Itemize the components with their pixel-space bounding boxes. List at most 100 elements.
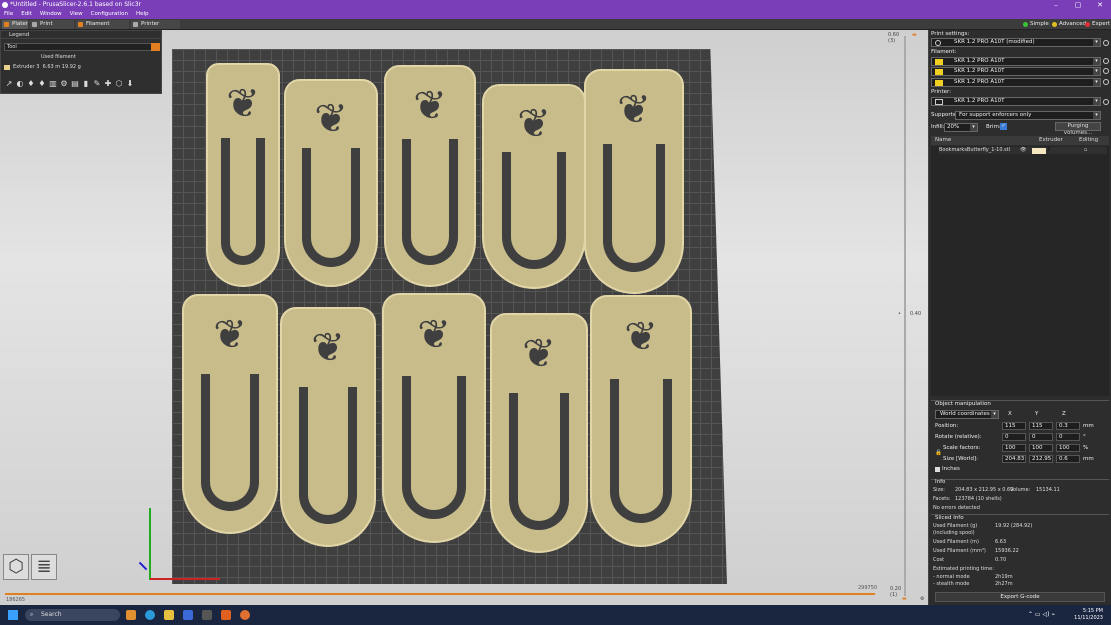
menu-window[interactable]: Window (36, 10, 66, 19)
filament-color-swatch[interactable] (935, 80, 943, 86)
app-icon[interactable] (221, 610, 231, 620)
menu-configuration[interactable]: Configuration (87, 10, 132, 19)
view-type-dropdown-icon[interactable] (151, 43, 160, 51)
center-of-gravity-icon[interactable]: ✚ (103, 79, 113, 89)
col-extruder[interactable]: Extruder (1039, 136, 1063, 145)
mode-advanced[interactable]: Advanced (1052, 20, 1086, 29)
bookmark-model[interactable]: ❦ (182, 294, 278, 534)
col-name[interactable]: Name (935, 136, 951, 145)
print-profile-select[interactable]: SKR 1.2 PRO A10T (modified) ▾ (931, 38, 1101, 47)
eye-icon[interactable]: 👁 (1020, 147, 1026, 153)
print-settings-gear-icon[interactable] (1103, 40, 1109, 46)
tool-marker-icon[interactable]: ⬇ (125, 79, 135, 89)
filament-settings-gear-icon[interactable] (1103, 58, 1109, 64)
widgets-icon[interactable] (126, 610, 136, 620)
filament-select-2[interactable]: SKR 1.2 PRO A10T ▾ (931, 67, 1101, 76)
legend-header[interactable]: Legend (1, 31, 161, 39)
app-icon[interactable] (202, 610, 212, 620)
tab-print-settings[interactable]: Print Settings (30, 20, 74, 36)
filament-color-swatch[interactable] (935, 59, 943, 65)
layer-top-thumb-icon[interactable]: ▬ (912, 32, 917, 38)
position-x-input[interactable]: 115 (1002, 422, 1026, 430)
rotate-z-input[interactable]: 0 (1056, 433, 1080, 441)
filament-settings-gear-icon[interactable] (1103, 68, 1109, 74)
filament-select-3[interactable]: SKR 1.2 PRO A10T ▾ (931, 78, 1101, 87)
bookmark-model[interactable]: ❦ (206, 63, 280, 287)
prusaslicer-taskbar-icon[interactable] (240, 610, 250, 620)
color-change-icon[interactable]: ▤ (70, 79, 80, 89)
inches-checkbox[interactable] (935, 467, 940, 472)
layer-bottom-thumb-icon[interactable]: ▬ (902, 596, 907, 602)
tab-printer-settings[interactable]: Printer Settings (131, 20, 180, 36)
purging-volumes-button[interactable]: Purging volumes... (1055, 122, 1101, 136)
object-extruder-value[interactable]: 3 (1047, 147, 1050, 153)
export-gcode-button[interactable]: Export G-code (935, 592, 1105, 602)
infill-select[interactable]: 20% ▾ (944, 123, 978, 132)
brim-checkbox[interactable]: ✓ (1000, 123, 1007, 130)
position-z-input[interactable]: 0.3 (1056, 422, 1080, 430)
bookmark-model[interactable]: ❦ (384, 65, 476, 287)
menu-help[interactable]: Help (132, 10, 153, 19)
edge-icon[interactable] (145, 610, 155, 620)
view-type-select[interactable]: Tool (4, 43, 154, 51)
file-explorer-icon[interactable] (164, 610, 174, 620)
travel-icon[interactable]: ↗ (4, 79, 14, 89)
supports-select[interactable]: For support enforcers only ▾ (955, 111, 1101, 120)
filament-color-swatch[interactable] (935, 69, 943, 75)
bookmark-model[interactable]: ❦ (490, 313, 588, 553)
3d-view-icon[interactable]: ⬡ (3, 554, 29, 580)
bookmark-model[interactable]: ❦ (280, 307, 376, 547)
col-editing[interactable]: Editing (1079, 136, 1098, 145)
layer-slider[interactable]: 0.60 (3) ▬ • 0.40 0.20 (1) ▬ ⚙ (880, 30, 928, 605)
object-list[interactable] (931, 146, 1109, 396)
system-tray-icons[interactable]: ⌃ ▭ ◁) ⌁ (1028, 611, 1055, 618)
mode-expert[interactable]: Expert (1085, 20, 1110, 29)
close-button[interactable]: ✕ (1089, 0, 1111, 10)
scale-z-input[interactable]: 100 (1056, 444, 1080, 452)
bookmark-model[interactable]: ❦ (482, 84, 586, 289)
preview-layers-icon[interactable]: ≣ (31, 554, 57, 580)
custom-gcode-icon[interactable]: ✎ (92, 79, 102, 89)
size-y-input[interactable]: 212.95 (1029, 455, 1053, 463)
menu-edit[interactable]: Edit (17, 10, 36, 19)
mode-simple[interactable]: Simple (1023, 20, 1049, 29)
rotate-x-input[interactable]: 0 (1002, 433, 1026, 441)
size-x-input[interactable]: 204.83 (1002, 455, 1026, 463)
maximize-button[interactable]: ▢ (1067, 0, 1089, 10)
print-bed[interactable]: ❦ ❦ ❦ ❦ ❦ ❦ ❦ ❦ ❦ ❦ (172, 49, 727, 584)
seams-icon[interactable]: ▥ (48, 79, 58, 89)
taskbar-search[interactable]: ⌕ Search (25, 609, 120, 621)
size-z-input[interactable]: 0.6 (1056, 455, 1080, 463)
store-icon[interactable] (183, 610, 193, 620)
object-extruder-color-swatch[interactable] (1032, 148, 1046, 154)
shells-icon[interactable]: ⬡ (114, 79, 124, 89)
moves-slider[interactable]: 186265 299750 (0, 585, 880, 605)
menu-file[interactable]: File (0, 10, 17, 19)
tab-plater[interactable]: Plater (2, 20, 28, 29)
editing-icon[interactable]: ▫ (1084, 147, 1087, 153)
wipe-icon[interactable]: ◐ (15, 79, 25, 89)
filament-select-1[interactable]: SKR 1.2 PRO A10T ▾ (931, 57, 1101, 66)
bookmark-model[interactable]: ❦ (284, 79, 378, 287)
deretraction-icon[interactable]: ♦ (37, 79, 47, 89)
menu-view[interactable]: View (66, 10, 87, 19)
minimize-button[interactable]: – (1045, 0, 1067, 10)
scale-x-input[interactable]: 100 (1002, 444, 1026, 452)
taskbar-clock[interactable]: 5:15 PM 11/11/2023 (1074, 608, 1103, 622)
windows-start-icon[interactable] (8, 610, 18, 620)
printer-settings-gear-icon[interactable] (1103, 99, 1109, 105)
bookmark-model[interactable]: ❦ (590, 295, 692, 547)
position-y-input[interactable]: 115 (1029, 422, 1053, 430)
bookmark-model[interactable]: ❦ (382, 293, 486, 543)
scale-lock-icon[interactable]: 🔒 (935, 450, 942, 456)
scale-y-input[interactable]: 100 (1029, 444, 1053, 452)
bookmark-model[interactable]: ❦ (584, 69, 684, 294)
tool-change-icon[interactable]: ⚙ (59, 79, 69, 89)
printer-profile-select[interactable]: SKR 1.2 PRO A10T ▾ (931, 97, 1101, 106)
coordinate-system-select[interactable]: World coordinates ▾ (935, 410, 999, 419)
retraction-icon[interactable]: ♦ (26, 79, 36, 89)
layer-settings-gear-icon[interactable]: ⚙ (920, 596, 924, 602)
rotate-y-input[interactable]: 0 (1029, 433, 1053, 441)
tab-filament-settings[interactable]: Filament Settings (76, 20, 129, 36)
pause-icon[interactable]: ▮ (81, 79, 91, 89)
